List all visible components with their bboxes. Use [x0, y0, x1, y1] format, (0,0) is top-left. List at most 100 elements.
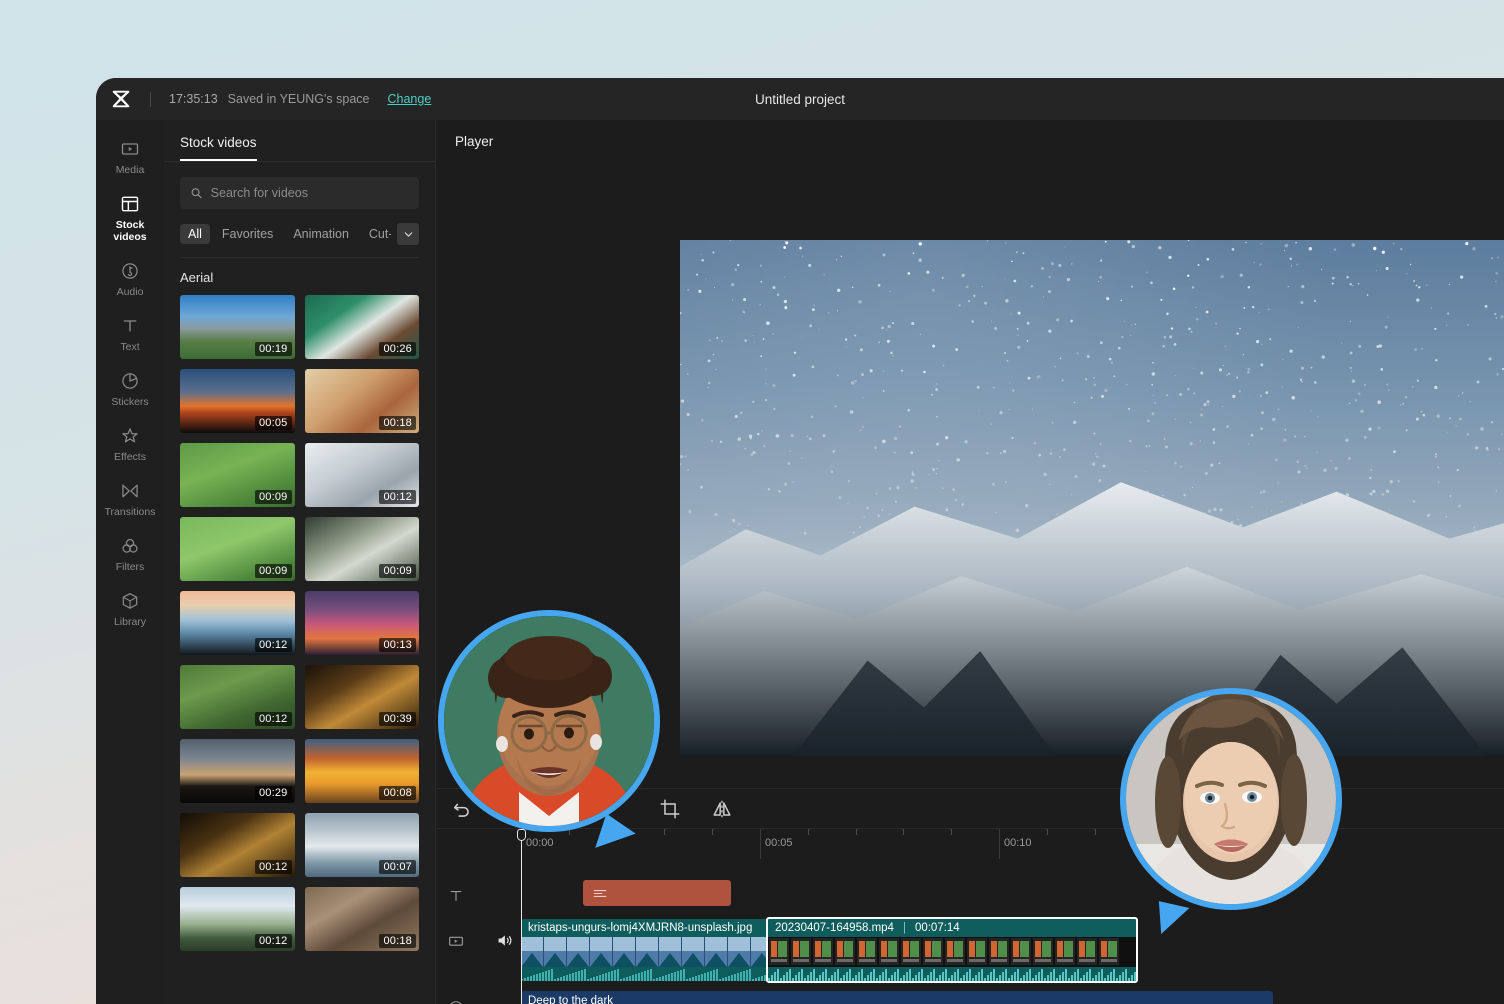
track-header-audio[interactable] [447, 999, 465, 1004]
sidebar-item-label: Audio [116, 286, 144, 298]
stock-video-thumbnail[interactable]: 00:07 [304, 813, 419, 877]
audio-clip-name: Deep to the dark [528, 995, 614, 1004]
stock-video-thumbnail[interactable]: 00:19 [180, 295, 295, 359]
thumbnail-duration: 00:12 [379, 490, 416, 504]
effects-icon [122, 428, 138, 443]
stock-video-thumbnail[interactable]: 00:39 [304, 665, 419, 729]
filter-divider [180, 257, 419, 258]
sidebar-item-stock-videos[interactable]: Stock videos [96, 185, 164, 252]
topbar-divider [150, 91, 151, 107]
change-space-link[interactable]: Change [387, 92, 431, 106]
avatar[interactable] [1120, 688, 1342, 910]
thumbnail-duration: 00:12 [254, 638, 292, 652]
current-time: 17:35:13 [169, 92, 218, 106]
stock-videos-panel: Stock videos All Favorites Animation Cut… [164, 120, 436, 1004]
stock-video-thumbnail[interactable]: 00:18 [304, 887, 419, 951]
filter-chip-all[interactable]: All [180, 224, 210, 244]
sidebar-item-label: Transitions [104, 506, 156, 518]
sidebar-item-text[interactable]: Text [96, 307, 164, 362]
sidebar-rail: Media Stock videos Audio Text Stickers E… [96, 120, 164, 1004]
thumbnail-duration: 00:19 [254, 342, 292, 356]
ruler-tick [807, 829, 809, 835]
stock-video-thumbnail[interactable]: 00:26 [304, 295, 419, 359]
sidebar-item-label: Text [120, 341, 140, 353]
sidebar-item-media[interactable]: Media [96, 130, 164, 185]
filters-icon [122, 538, 138, 553]
sidebar-item-filters[interactable]: Filters [96, 527, 164, 582]
text-clip-icon [593, 889, 607, 897]
video-preview[interactable] [680, 240, 1504, 756]
clip2-filename: 20230407-164958.mp4 [775, 922, 894, 934]
save-status: 17:35:13 Saved in YEUNG's space Change [159, 92, 431, 106]
filter-chip-animation[interactable]: Animation [285, 224, 357, 244]
stock-video-thumbnail[interactable]: 00:13 [304, 591, 419, 655]
thumbnail-duration: 00:18 [379, 416, 416, 430]
top-bar: 17:35:13 Saved in YEUNG's space Change U… [96, 78, 1504, 120]
thumbnail-duration: 00:05 [254, 416, 292, 430]
capcut-logo-svg [112, 90, 130, 108]
timeline: 00:00 00:05 00:10 kristaps-ungurs-lomj4X… [437, 828, 1504, 1004]
snow-mountain-layer [680, 482, 1504, 756]
stickers-icon [122, 373, 138, 389]
thumbnail-duration: 00:09 [254, 564, 292, 578]
sidebar-item-transitions[interactable]: Transitions [96, 472, 164, 527]
player-label: Player [455, 134, 494, 149]
stock-video-thumbnail[interactable]: 00:12 [180, 887, 295, 951]
track-header-video[interactable] [447, 931, 514, 950]
sidebar-item-audio[interactable]: Audio [96, 252, 164, 307]
thumbnail-duration: 00:09 [379, 564, 416, 578]
video-track-icon [449, 936, 463, 946]
stock-video-thumbnail[interactable]: 00:12 [180, 591, 295, 655]
stock-video-thumbnail[interactable]: 00:09 [304, 517, 419, 581]
stock-video-thumbnail[interactable]: 00:12 [180, 813, 295, 877]
thumbnail-duration: 00:26 [379, 342, 416, 356]
sidebar-item-label: Stickers [111, 396, 149, 408]
search-box[interactable] [180, 177, 419, 209]
playhead-head[interactable] [517, 829, 526, 859]
stock-video-thumbnail[interactable]: 00:09 [180, 517, 295, 581]
stock-video-thumbnail[interactable]: 00:05 [180, 369, 295, 433]
track-header-text[interactable] [447, 887, 465, 905]
clip-name-2: 20230407-164958.mp4 | 00:07:14 [768, 919, 1136, 937]
sidebar-item-stickers[interactable]: Stickers [96, 362, 164, 417]
stock-video-thumbnail[interactable]: 00:29 [180, 739, 295, 803]
volume-icon[interactable] [495, 931, 514, 950]
stock-video-thumbnail[interactable]: 00:08 [304, 739, 419, 803]
crop-icon[interactable] [659, 798, 681, 820]
capcut-logo-icon[interactable] [96, 88, 142, 110]
cursor-pointer-right [1158, 898, 1192, 935]
clip-filmstrip-2 [768, 937, 1136, 981]
stock-video-thumbnail[interactable]: 00:09 [180, 443, 295, 507]
sidebar-item-label: Stock videos [113, 219, 147, 243]
timeline-video-clip-2-selected[interactable]: 20230407-164958.mp4 | 00:07:14 [766, 917, 1138, 983]
search-icon [191, 188, 202, 199]
presenter-left-photo [444, 616, 654, 826]
chevron-down-icon[interactable] [397, 223, 419, 245]
mirror-icon[interactable] [711, 798, 733, 820]
sidebar-item-effects[interactable]: Effects [96, 417, 164, 472]
sidebar-item-label: Effects [114, 451, 146, 463]
panel-title: Stock videos [180, 135, 257, 161]
stock-video-thumbnail[interactable]: 00:18 [304, 369, 419, 433]
thumbnail-duration: 00:07 [379, 860, 416, 874]
ruler-tick [903, 829, 905, 835]
library-icon [122, 593, 138, 609]
playhead-line[interactable] [521, 859, 522, 1004]
avatar[interactable] [438, 610, 660, 832]
playhead-knob[interactable] [517, 829, 526, 841]
track-headers [437, 859, 521, 1004]
stock-video-thumbnail[interactable]: 00:12 [180, 665, 295, 729]
stock-video-thumbnail[interactable]: 00:12 [304, 443, 419, 507]
presenter-right-photo [1126, 694, 1336, 904]
timeline-text-clip[interactable] [583, 880, 731, 906]
thumbnail-duration: 00:13 [379, 638, 416, 652]
thumbnail-duration: 00:12 [254, 712, 292, 726]
timeline-audio-clip[interactable]: Deep to the dark [521, 991, 1273, 1004]
filter-chip-cut-out[interactable]: Cut-out T [361, 224, 391, 244]
filter-chips: All Favorites Animation Cut-out T [180, 223, 419, 245]
ruler-tick [712, 829, 714, 835]
sidebar-item-label: Filters [115, 561, 145, 573]
sidebar-item-library[interactable]: Library [96, 582, 164, 637]
search-input[interactable] [210, 186, 409, 200]
filter-chip-favorites[interactable]: Favorites [214, 224, 281, 244]
